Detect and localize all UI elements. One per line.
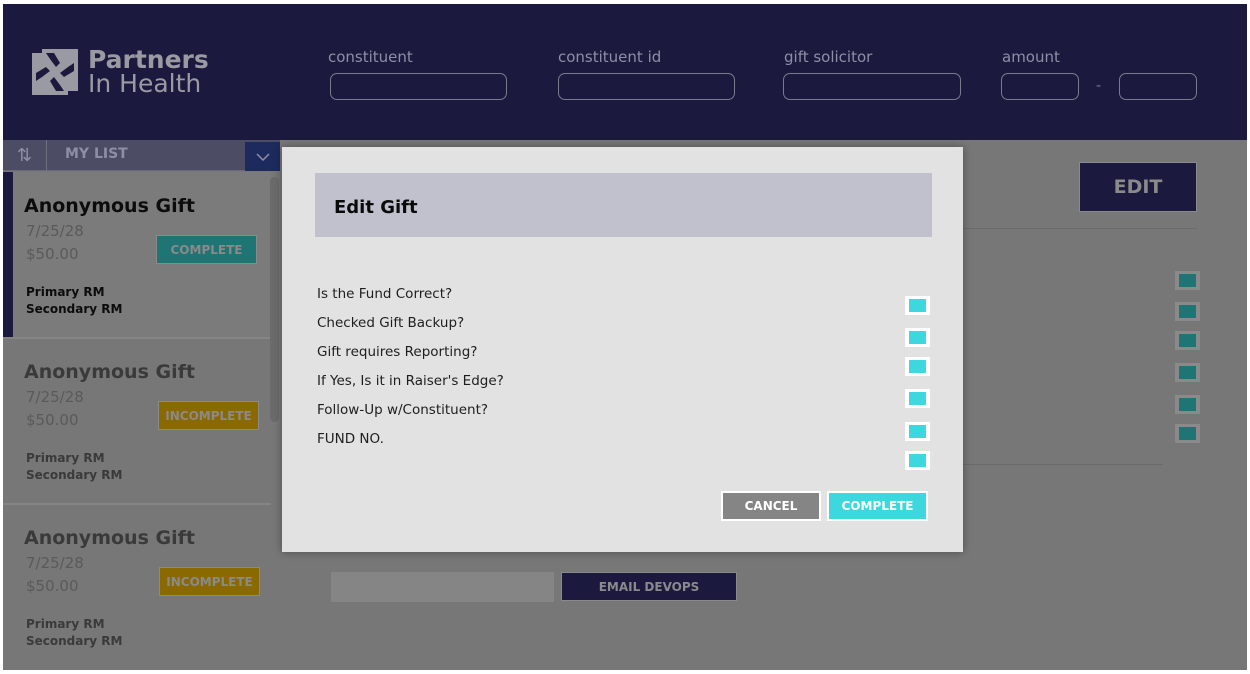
- question-fund-correct: Is the Fund Correct?: [317, 286, 453, 302]
- logo: Partners In Health: [32, 47, 209, 98]
- amount-min-input[interactable]: [1001, 73, 1079, 100]
- checkbox-reporting[interactable]: [905, 357, 930, 376]
- gift-amount: $50.00: [26, 577, 79, 595]
- sidebar: ⇅ MY LIST Anonymous Gift 7/25/28 $50.00 …: [3, 140, 283, 670]
- dialog-header: Edit Gift: [315, 173, 932, 237]
- gift-list-item[interactable]: Anonymous Gift 7/25/28 $50.00 COMPLETE P…: [3, 172, 271, 337]
- amount-separator: -: [1096, 78, 1102, 94]
- secondary-rm: Secondary RM: [26, 634, 123, 648]
- checkbox-follow-up[interactable]: [905, 422, 930, 441]
- status-badge: COMPLETE: [156, 235, 257, 264]
- selected-indicator: [3, 172, 13, 337]
- app-frame: Partners In Health constituent constitue…: [3, 4, 1247, 670]
- edit-button[interactable]: EDIT: [1079, 162, 1197, 212]
- secondary-rm: Secondary RM: [26, 302, 123, 316]
- amount-label: amount: [1002, 48, 1060, 66]
- checkbox[interactable]: [1175, 363, 1200, 382]
- constituent-id-label: constituent id: [558, 48, 662, 66]
- question-reporting: Gift requires Reporting?: [317, 344, 478, 360]
- gift-date: 7/25/28: [26, 554, 84, 572]
- status-badge: INCOMPLETE: [158, 401, 259, 430]
- gift-list-item[interactable]: Anonymous Gift 7/25/28 $50.00 INCOMPLETE…: [3, 338, 271, 503]
- question-gift-backup: Checked Gift Backup?: [317, 315, 465, 331]
- question-raisers-edge: If Yes, Is it in Raiser's Edge?: [317, 373, 504, 389]
- logo-line2: In Health: [88, 69, 202, 98]
- my-list-label: MY LIST: [65, 146, 128, 162]
- email-input[interactable]: [331, 572, 554, 602]
- gift-amount: $50.00: [26, 245, 79, 263]
- primary-rm: Primary RM: [26, 617, 105, 631]
- gift-solicitor-input[interactable]: [783, 73, 961, 100]
- checkbox-gift-backup[interactable]: [905, 328, 930, 347]
- edit-gift-dialog: Edit Gift Is the Fund Correct? Checked G…: [282, 147, 963, 552]
- gift-list-item[interactable]: Anonymous Gift 7/25/28 $50.00 INCOMPLETE…: [3, 504, 271, 669]
- chevron-down-icon[interactable]: [245, 142, 280, 171]
- checkbox-fund-correct[interactable]: [905, 296, 930, 315]
- list-header: ⇅ MY LIST: [3, 140, 280, 171]
- checkbox[interactable]: [1175, 331, 1200, 350]
- checkbox-fund-no[interactable]: [905, 451, 930, 470]
- gift-date: 7/25/28: [26, 388, 84, 406]
- header: Partners In Health constituent constitue…: [3, 4, 1247, 140]
- checkbox-raisers-edge[interactable]: [905, 389, 930, 408]
- gift-title: Anonymous Gift: [24, 195, 195, 217]
- primary-rm: Primary RM: [26, 451, 105, 465]
- amount-max-input[interactable]: [1119, 73, 1197, 100]
- checkbox[interactable]: [1175, 395, 1200, 414]
- email-devops-button[interactable]: EMAIL DEVOPS: [561, 572, 737, 601]
- dialog-title: Edit Gift: [334, 197, 418, 218]
- gift-amount: $50.00: [26, 411, 79, 429]
- constituent-label: constituent: [328, 48, 413, 66]
- hands-logo-icon: [32, 49, 78, 95]
- gift-solicitor-label: gift solicitor: [784, 48, 873, 66]
- constituent-id-input[interactable]: [558, 73, 735, 100]
- status-badge: INCOMPLETE: [159, 567, 260, 596]
- cancel-button[interactable]: CANCEL: [721, 491, 821, 521]
- complete-button[interactable]: COMPLETE: [827, 491, 928, 521]
- question-fund-no: FUND NO.: [317, 431, 384, 447]
- primary-rm: Primary RM: [26, 285, 105, 299]
- gift-date: 7/25/28: [26, 222, 84, 240]
- logo-text: Partners In Health: [88, 47, 209, 98]
- constituent-input[interactable]: [330, 73, 507, 100]
- gift-title: Anonymous Gift: [24, 361, 195, 383]
- secondary-rm: Secondary RM: [26, 468, 123, 482]
- checkbox[interactable]: [1175, 424, 1200, 443]
- sort-icon[interactable]: ⇅: [3, 140, 47, 171]
- scrollbar[interactable]: [270, 177, 279, 422]
- question-follow-up: Follow-Up w/Constituent?: [317, 402, 489, 418]
- checkbox[interactable]: [1175, 271, 1200, 290]
- checkbox[interactable]: [1175, 302, 1200, 321]
- gift-title: Anonymous Gift: [24, 527, 195, 549]
